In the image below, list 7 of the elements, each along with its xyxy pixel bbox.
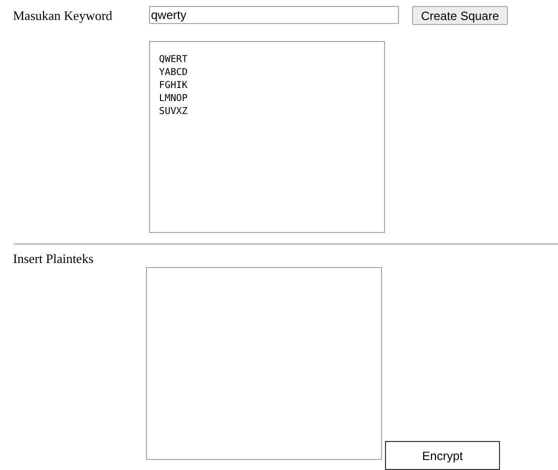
plaintext-input-area[interactable] xyxy=(146,267,382,460)
create-square-button[interactable]: Create Square xyxy=(412,6,508,25)
keyword-label: Masukan Keyword xyxy=(13,8,114,24)
keyword-field[interactable]: qwerty xyxy=(149,6,399,24)
plaintext-label: Insert Plainteks xyxy=(13,251,95,267)
encrypt-button[interactable]: Encrypt xyxy=(385,441,500,470)
square-output-area[interactable]: QWERT YABCD FGHIK LMNOP SUVXZ xyxy=(149,41,385,233)
